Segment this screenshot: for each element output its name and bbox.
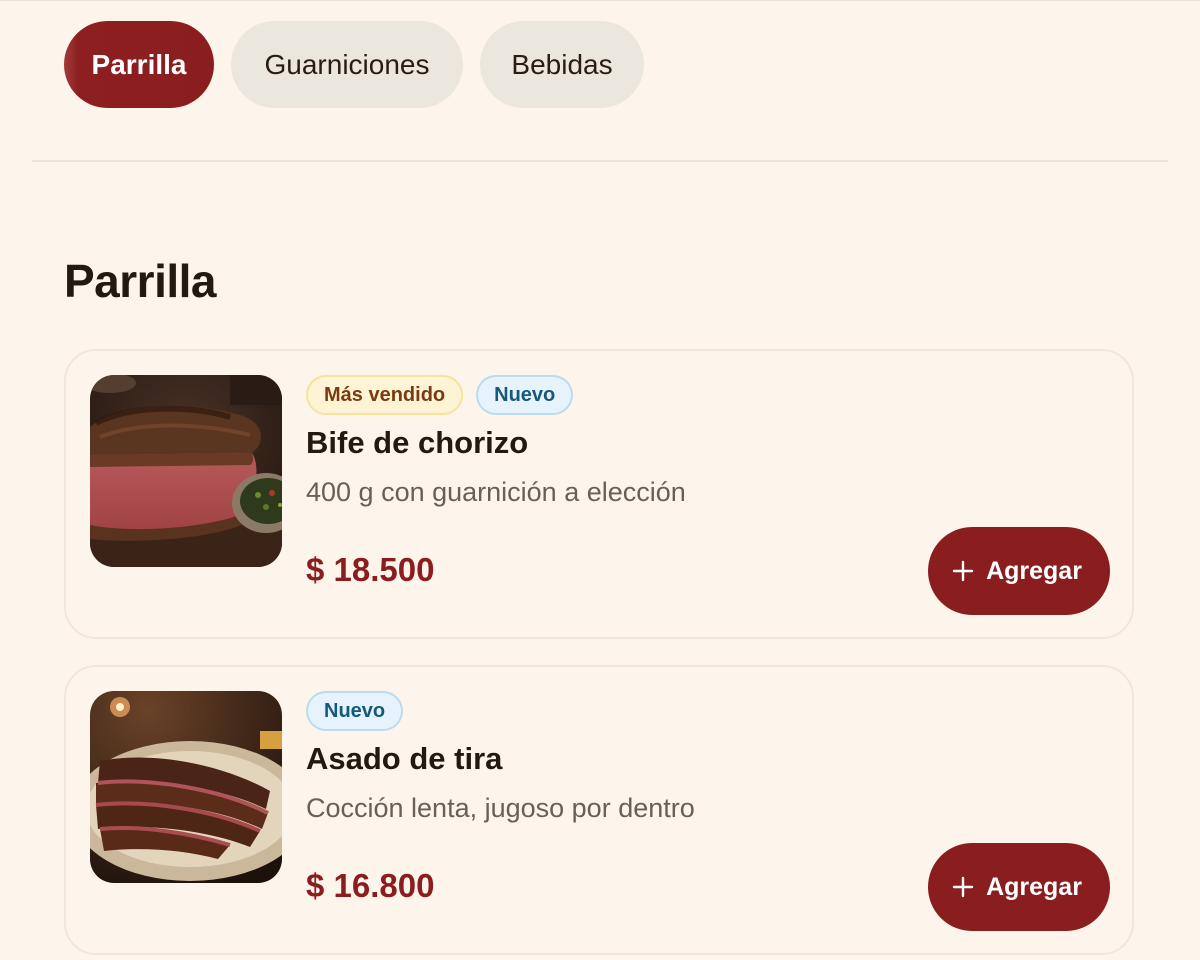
add-button[interactable]: Agregar — [928, 843, 1110, 931]
add-button[interactable]: Agregar — [928, 527, 1110, 615]
plus-icon — [952, 560, 974, 582]
tabs-divider — [32, 160, 1168, 162]
menu-item-card: Más vendido Nuevo Bife de chorizo 400 g … — [64, 349, 1134, 639]
badge-new: Nuevo — [306, 691, 404, 731]
tab-parrilla[interactable]: Parrilla — [64, 21, 214, 108]
add-button-label: Agregar — [986, 872, 1082, 901]
item-name: Bife de chorizo — [306, 425, 529, 460]
badge-new: Nuevo — [476, 375, 574, 415]
item-description: Cocción lenta, jugoso por dentro — [306, 793, 695, 823]
steak-photo — [90, 375, 282, 567]
badges: Nuevo — [306, 691, 404, 731]
top-border — [0, 0, 1200, 1]
category-tabs: Parrilla Guarniciones Bebidas — [64, 21, 644, 108]
badge-best-seller: Más vendido — [306, 375, 464, 415]
tab-guarniciones[interactable]: Guarniciones — [231, 21, 463, 108]
item-name: Asado de tira — [306, 741, 503, 776]
tab-bebidas[interactable]: Bebidas — [480, 21, 644, 108]
item-description: 400 g con guarnición a elección — [306, 477, 686, 507]
item-price: $ 16.800 — [306, 867, 435, 904]
plus-icon — [952, 876, 974, 898]
badges: Más vendido Nuevo — [306, 375, 574, 415]
item-price: $ 18.500 — [306, 551, 435, 588]
sliced-asado-photo — [90, 691, 282, 883]
menu-item-card: Nuevo Asado de tira Cocción lenta, jugos… — [64, 665, 1134, 955]
add-button-label: Agregar — [986, 556, 1082, 585]
section-title: Parrilla — [64, 255, 217, 307]
